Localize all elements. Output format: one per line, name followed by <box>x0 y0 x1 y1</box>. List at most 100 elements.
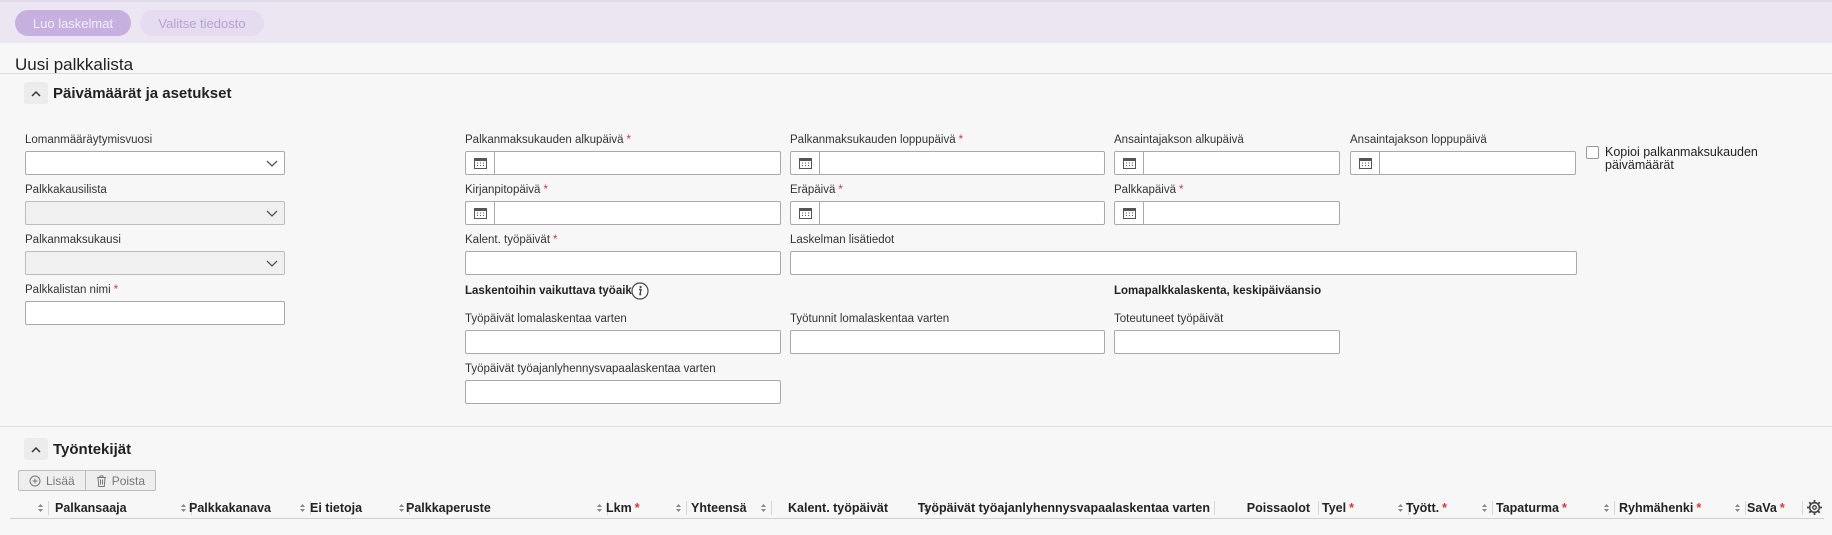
column-header[interactable]: SaVa * <box>1747 497 1799 519</box>
column-header-label: Tyött. <box>1406 501 1440 515</box>
choose-file-button[interactable]: Valitse tiedosto <box>140 10 264 36</box>
section-title-dates: Päivämäärät ja asetukset <box>53 85 232 102</box>
employees-toolbar: Lisää Poista <box>18 470 157 491</box>
divider <box>0 426 1832 427</box>
column-header-label: Poissaolot <box>1246 501 1310 515</box>
trash-icon <box>96 475 106 487</box>
page-title: Uusi palkkalista <box>15 55 134 74</box>
sort-icon <box>1735 504 1740 512</box>
actual-workdays-label: Toteutuneet työpäivät <box>1114 313 1224 325</box>
column-header[interactable]: Palkkaperuste <box>406 497 605 519</box>
calendar-icon <box>798 158 812 169</box>
divider <box>0 73 1832 74</box>
sort-icon <box>1398 504 1403 512</box>
plus-circle-icon <box>29 475 41 486</box>
earning-start-date-input[interactable] <box>1114 151 1340 175</box>
gear-icon[interactable] <box>1806 499 1823 516</box>
calendar-icon <box>1122 208 1136 219</box>
calendar-icon <box>798 208 812 219</box>
column-header[interactable]: Poissaolot <box>1214 497 1316 519</box>
copy-dates-checkbox[interactable] <box>1586 146 1599 159</box>
workhours-holiday-label: Työtunnit lomalaskentaa varten <box>790 313 950 325</box>
calendar-button[interactable] <box>1115 152 1144 174</box>
column-header[interactable]: Palkansaaja <box>55 497 189 519</box>
pay-period-select[interactable] <box>25 251 285 275</box>
sort-icon <box>1604 504 1609 512</box>
column-header[interactable]: Lkm * <box>606 497 684 519</box>
period-end-date-input[interactable] <box>790 151 1105 175</box>
column-header-label: Yhteensä <box>691 501 747 515</box>
calendar-button[interactable] <box>466 152 495 174</box>
top-toolbar: Luo laskelmat Valitse tiedosto <box>0 0 1832 43</box>
column-header[interactable]: Kalent. työpäivät <box>788 497 932 519</box>
earning-start-label: Ansaintajakson alkupäivä <box>1114 134 1244 146</box>
chevron-down-icon <box>266 260 278 267</box>
period-start-date-input[interactable] <box>465 151 781 175</box>
worktime-header: Laskentoihin vaikuttava työaika <box>465 285 639 297</box>
sort-icon <box>676 504 681 512</box>
collapse-dates-button[interactable] <box>24 82 48 104</box>
holiday-header: Lomapalkkalaskenta, keskipäiväansio <box>1114 285 1322 297</box>
booking-date-input[interactable] <box>465 201 781 225</box>
calendar-button[interactable] <box>791 152 820 174</box>
earning-end-label: Ansaintajakson loppupäivä <box>1350 134 1487 146</box>
pay-period-label: Palkanmaksukausi <box>25 234 121 246</box>
column-header[interactable]: Ei tietoja <box>310 497 407 519</box>
column-header-label: Palkkakanava <box>189 501 272 515</box>
workdays-holiday-input[interactable] <box>465 330 781 354</box>
holiday-year-select[interactable] <box>25 151 285 175</box>
pay-date-input[interactable] <box>1114 201 1340 225</box>
calendar-button[interactable] <box>791 202 820 224</box>
add-employee-button[interactable]: Lisää <box>19 471 85 490</box>
column-header-label: Tapaturma <box>1496 501 1559 515</box>
create-calculations-button[interactable]: Luo laskelmat <box>15 10 131 36</box>
column-header-label: Lkm <box>606 501 632 515</box>
sort-icon <box>761 504 766 512</box>
chevron-up-icon <box>31 90 41 97</box>
column-header[interactable]: Palkkakanava <box>189 497 308 519</box>
pay-period-list-label: Palkkakausilista <box>25 184 107 196</box>
pay-period-list-select[interactable] <box>25 201 285 225</box>
copy-dates-label[interactable]: Kopioi palkanmaksukauden päivämäärät <box>1605 146 1785 172</box>
calendar-button[interactable] <box>466 202 495 224</box>
select-column-header[interactable] <box>10 497 46 519</box>
collapse-employees-button[interactable] <box>24 438 48 460</box>
calendar-icon <box>1358 158 1372 169</box>
chevron-down-icon <box>266 160 278 167</box>
reduction-days-input[interactable] <box>465 380 781 404</box>
sort-icon <box>1482 504 1487 512</box>
earning-end-date-input[interactable] <box>1350 151 1576 175</box>
sort-icon <box>399 504 404 512</box>
workhours-holiday-input[interactable] <box>790 330 1105 354</box>
reduction-days-label: Työpäivät työajanlyhennysvapaalaskentaa … <box>465 363 716 375</box>
section-title-employees: Työntekijät <box>53 441 132 458</box>
column-header-label: Tyel <box>1322 501 1347 515</box>
calendar-days-label: Kalent. työpäivät * <box>465 234 558 246</box>
calendar-icon <box>473 208 487 219</box>
extra-info-input[interactable] <box>790 251 1577 275</box>
calendar-button[interactable] <box>1351 152 1380 174</box>
employees-grid-header: Palkansaaja Palkkakanava Ei tietoja Palk… <box>10 497 1824 519</box>
calendar-icon <box>1122 158 1136 169</box>
remove-employee-button[interactable]: Poista <box>84 471 155 490</box>
add-employee-label: Lisää <box>46 473 75 488</box>
column-header[interactable]: Yhteensä <box>691 497 769 519</box>
actual-workdays-input[interactable] <box>1114 330 1340 354</box>
calendar-button[interactable] <box>1115 202 1144 224</box>
chevron-up-icon <box>31 446 41 453</box>
calendar-days-input[interactable] <box>465 251 781 275</box>
calendar-icon <box>473 158 487 169</box>
holiday-year-label: Lomanmääräytymisvuosi <box>25 134 153 146</box>
column-header[interactable]: Tapaturma * <box>1496 497 1612 519</box>
column-header[interactable]: Tyel * <box>1322 497 1406 519</box>
column-header-label: Ryhmähenki <box>1619 501 1694 515</box>
info-icon[interactable] <box>631 282 649 300</box>
column-header[interactable]: Työpäivät työajanlyhennysvapaalaskentaa … <box>918 497 1212 519</box>
due-date-input[interactable] <box>790 201 1105 225</box>
sort-icon <box>38 504 43 512</box>
due-date-label: Eräpäivä * <box>790 184 843 196</box>
column-header[interactable]: Ryhmähenki * <box>1619 497 1743 519</box>
list-name-input[interactable] <box>25 301 285 325</box>
column-header[interactable]: Tyött. * <box>1406 497 1490 519</box>
column-header-label: Ei tietoja <box>310 501 363 515</box>
